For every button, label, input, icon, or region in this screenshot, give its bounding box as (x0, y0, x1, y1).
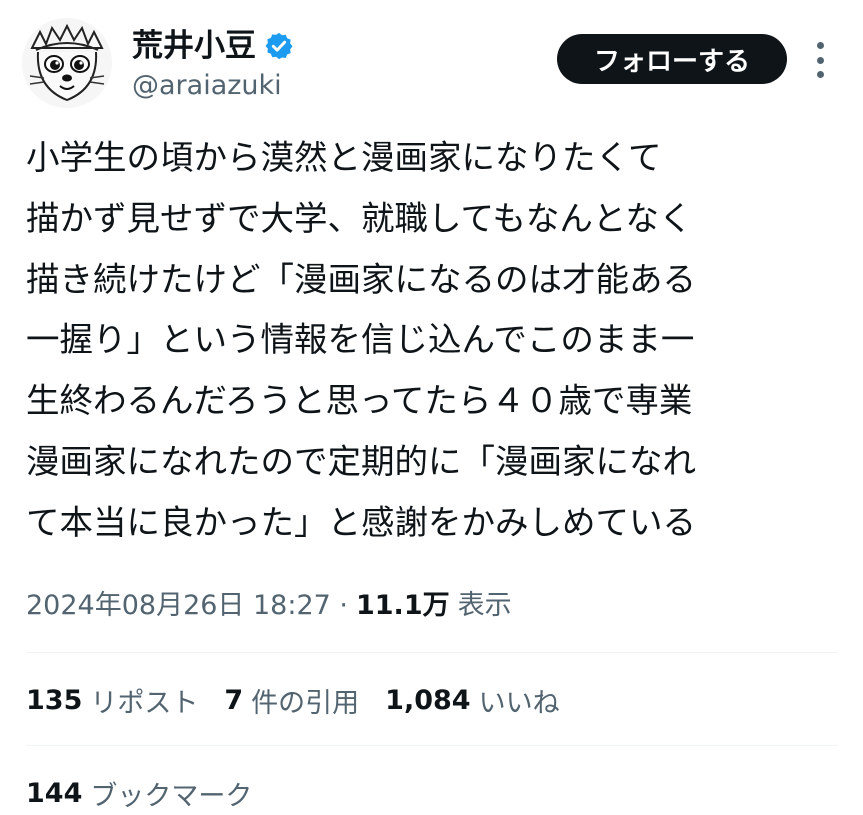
tweet-text-line: 漫画家になれたので定期的に「漫画家になれ (26, 441, 696, 481)
engagement-stats: 135 リポスト 7 件の引用 1,084 いいね (26, 678, 586, 722)
views-count: 11.1万 (355, 589, 450, 621)
tweet-text-line: 描かず見せずで大学、就職してもなんとなく (26, 198, 693, 238)
reposts-label: リポスト (90, 687, 199, 719)
divider (26, 745, 838, 746)
user-identity[interactable]: 荒井小豆 @araiazuki (132, 26, 294, 104)
bookmarks-count: 144 (26, 777, 83, 809)
reposts-count: 135 (26, 684, 83, 716)
likes-count: 1,084 (385, 684, 471, 716)
quotes-count: 7 (224, 684, 244, 716)
tweet-text-line: 一握り」という情報を信じ込んでこのまま一 (26, 320, 695, 360)
avatar[interactable] (22, 18, 112, 108)
likes-label: いいね (478, 687, 560, 719)
tweet-text-line: 生終わるんだろうと思ってたら４０歳で専業 (26, 381, 693, 421)
tweet-timestamp[interactable]: 2024年08月26日 18:27 · (26, 583, 348, 622)
tweet-text-line: て本当に良かった」と感謝をかみしめている (26, 502, 696, 542)
display-name-row: 荒井小豆 (132, 26, 294, 66)
follow-button[interactable]: フォローする (557, 34, 787, 84)
avatar-illustration (22, 18, 112, 108)
tweet-text-line: 描き続けたけど「漫画家になるのは才能ある (26, 259, 696, 299)
tweet-text: 小学生の頃から漠然と漫画家になりたくて 描かず見せずで大学、就職してもなんとなく… (26, 128, 846, 554)
bookmarks-label: ブックマーク (90, 780, 253, 812)
quotes-stat[interactable]: 7 件の引用 (224, 681, 359, 720)
views-label: 表示 (457, 589, 512, 621)
more-vertical-icon[interactable] (808, 42, 832, 78)
tweet-meta: 2024年08月26日 18:27 · 11.1万 表示 (26, 580, 512, 624)
divider (26, 652, 838, 653)
more-dot (816, 56, 824, 64)
more-dot (816, 42, 824, 49)
tweet-header: 荒井小豆 @araiazuki フォローする (22, 18, 842, 108)
reposts-stat[interactable]: 135 リポスト (26, 681, 198, 720)
display-name[interactable]: 荒井小豆 (132, 26, 256, 66)
tweet-text-line: 小学生の頃から漠然と漫画家になりたくて (26, 138, 662, 177)
user-handle[interactable]: @araiazuki (132, 68, 294, 104)
bookmarks-stat[interactable]: 144 ブックマーク (26, 774, 252, 813)
bookmark-stats: 144 ブックマーク (26, 771, 278, 815)
quotes-label: 件の引用 (251, 687, 360, 719)
verified-badge-icon (264, 31, 294, 61)
likes-stat[interactable]: 1,084 いいね (385, 681, 559, 720)
more-dot (816, 71, 824, 78)
